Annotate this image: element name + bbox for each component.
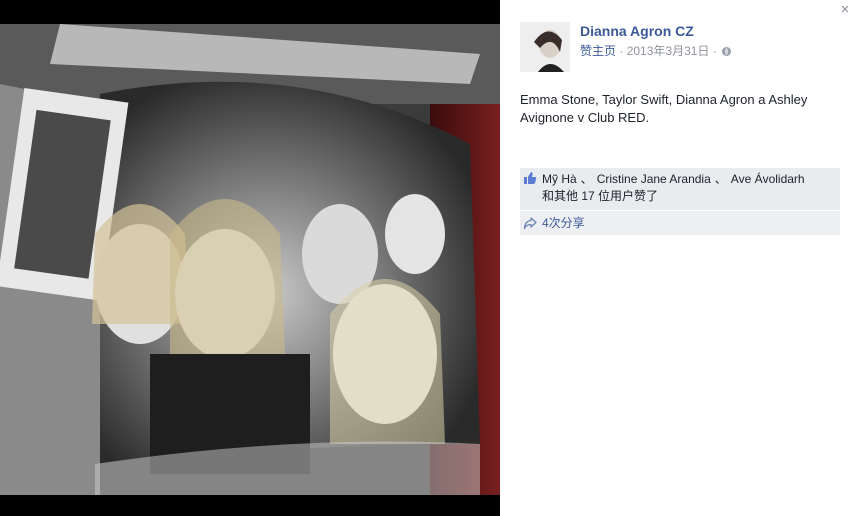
shares-link[interactable]: 4次分享 — [542, 211, 585, 235]
share-arrow-icon — [523, 217, 537, 230]
liker-separator: 、 — [714, 172, 727, 186]
liker-link[interactable]: Cristine Jane Arandia — [597, 172, 711, 186]
post-date-link[interactable]: 2013年3月31日 — [627, 44, 710, 58]
globe-icon[interactable] — [722, 47, 732, 56]
close-icon[interactable]: × — [841, 1, 850, 18]
likes-more-text: 和其他 17 位用户赞了 — [542, 188, 658, 205]
likes-more-prefix: 和其他 — [542, 189, 582, 203]
like-page-link[interactable]: 赞主页 — [580, 44, 616, 58]
author-name-link[interactable]: Dianna Agron CZ — [580, 23, 694, 39]
other-likers-link[interactable]: 17 位用户 — [581, 189, 634, 203]
avatar[interactable] — [520, 22, 570, 72]
liker-link[interactable]: Ave Ávolidarh — [731, 172, 805, 186]
post-photo[interactable] — [0, 24, 500, 495]
likers-list: Mỹ Hà、 Cristine Jane Arandia、 Ave Ávolidar… — [542, 171, 838, 188]
post-sidebar: × Dianna Agron CZ 赞主页 · 2013年3月31日 · Emm… — [500, 0, 858, 516]
meta-separator: · — [712, 44, 717, 58]
liker-link[interactable]: Mỹ Hà — [542, 172, 577, 186]
liker-separator: 、 — [580, 172, 593, 186]
photo-image — [0, 24, 500, 495]
shares-summary: 4次分享 — [520, 211, 840, 235]
post-meta: 赞主页 · 2013年3月31日 · — [580, 42, 732, 59]
post-header: Dianna Agron CZ 赞主页 · 2013年3月31日 · — [520, 22, 840, 74]
avatar-image — [520, 22, 570, 72]
photo-viewer-stage — [0, 0, 500, 516]
post-caption: Emma Stone, Taylor Swift, Dianna Agron a… — [520, 92, 808, 125]
meta-separator: · — [619, 44, 624, 58]
thumbs-up-icon — [524, 172, 537, 184]
likes-more-suffix: 赞了 — [634, 189, 659, 203]
close-button[interactable]: × — [838, 2, 852, 18]
likes-summary: Mỹ Hà、 Cristine Jane Arandia、 Ave Ávolidar… — [520, 168, 840, 210]
